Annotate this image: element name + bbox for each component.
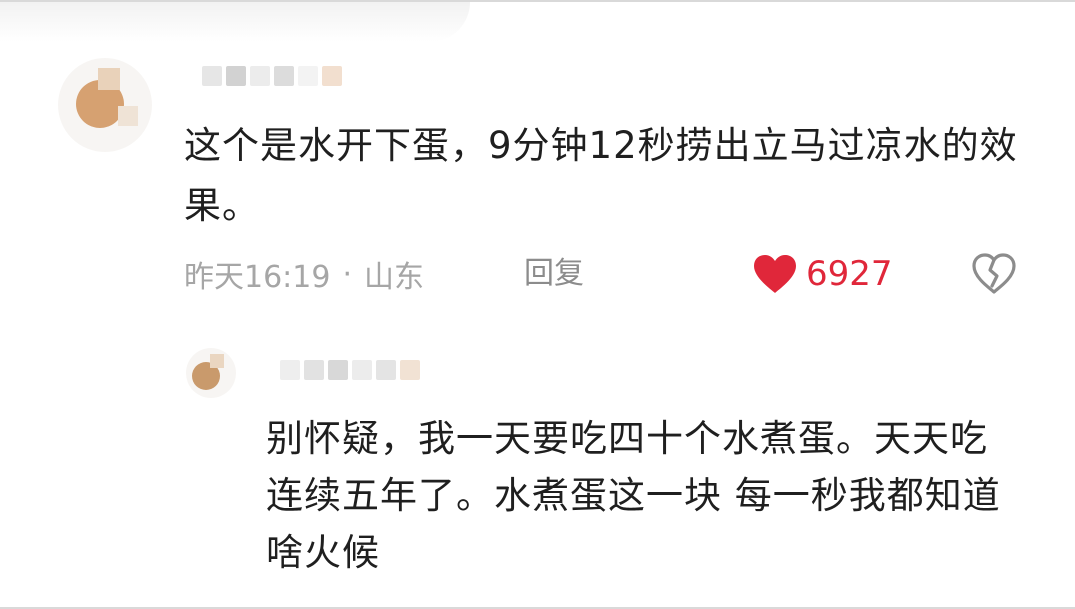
like-button[interactable]: 6927: [752, 250, 893, 298]
comment-location: 山东: [364, 260, 425, 295]
commenter-avatar[interactable]: [58, 58, 152, 152]
dislike-button[interactable]: [970, 250, 1018, 298]
heart-filled-icon: [754, 255, 796, 293]
reply-text: 别怀疑，我一天要吃四十个水煮蛋。天天吃 连续五年了。水煮蛋这一块 每一秒我都知道…: [266, 417, 1001, 574]
comment-text: 这个是水开下蛋，9分钟12秒捞出立马过凉水的效果。: [184, 124, 1018, 227]
commenter-name-blurred[interactable]: [202, 66, 342, 86]
reply-button[interactable]: 回复: [524, 252, 584, 296]
comment-screenshot: 这个是水开下蛋，9分钟12秒捞出立马过凉水的效果。 昨天16:19 · 山东 回…: [0, 0, 1075, 609]
replier-name-blurred[interactable]: [280, 360, 420, 380]
broken-heart-icon: [972, 253, 1016, 294]
meta-separator: ·: [342, 256, 353, 292]
comment-meta: 昨天16:19 · 山东: [184, 252, 424, 296]
like-count: 6927: [806, 254, 893, 294]
comment-time: 昨天16:19: [184, 260, 331, 295]
screen-glare: [0, 2, 470, 42]
replier-avatar[interactable]: [186, 348, 236, 398]
